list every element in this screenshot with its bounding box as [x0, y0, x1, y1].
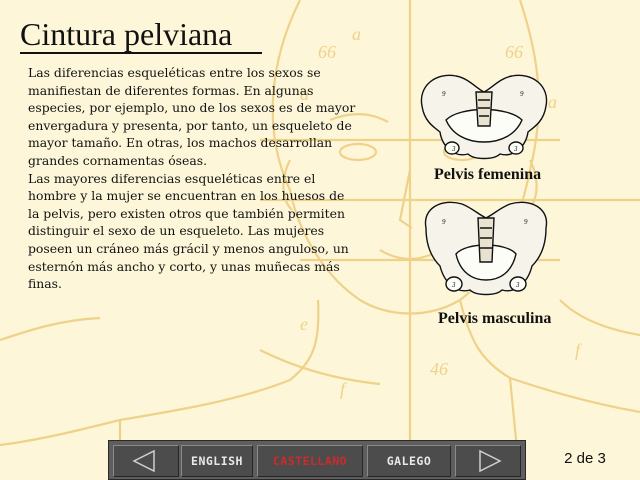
svg-text:3: 3 [515, 281, 520, 289]
svg-text:9: 9 [520, 90, 524, 98]
page-counter: 2 de 3 [564, 450, 606, 467]
svg-text:66: 66 [505, 42, 523, 62]
triangle-right-icon [479, 449, 502, 473]
navigation-bar: ENGLISH CASTELLANO GALEGO [108, 440, 526, 480]
male-pelvis-caption: Pelvis masculina [438, 310, 552, 327]
language-english-button[interactable]: ENGLISH [181, 445, 253, 477]
body-text: Las diferencias esqueléticas entre los s… [28, 64, 358, 293]
female-pelvis-caption: Pelvis femenina [434, 166, 542, 183]
title-underline [20, 52, 262, 54]
svg-text:e: e [300, 314, 308, 334]
male-pelvis-illustration: 9 9 3 3 [424, 201, 548, 296]
svg-text:66: 66 [318, 42, 336, 62]
svg-text:9: 9 [442, 90, 446, 98]
svg-text:f: f [340, 379, 348, 399]
paragraph-2: Las mayores diferencias esqueléticas ent… [28, 170, 349, 292]
language-castellano-button[interactable]: CASTELLANO [257, 445, 363, 477]
svg-text:9: 9 [524, 218, 528, 226]
svg-text:3: 3 [513, 145, 518, 153]
paragraph-1: Las diferencias esqueléticas entre los s… [28, 65, 356, 168]
svg-text:f: f [575, 340, 583, 360]
previous-page-button[interactable] [113, 445, 179, 477]
svg-text:9: 9 [442, 218, 446, 226]
svg-text:46: 46 [430, 359, 448, 379]
language-galego-button[interactable]: GALEGO [367, 445, 451, 477]
page-title: Cintura pelviana [20, 16, 233, 52]
svg-text:3: 3 [451, 281, 456, 289]
female-pelvis-illustration: 9 9 3 3 [420, 74, 548, 160]
svg-text:a: a [352, 24, 361, 44]
triangle-left-icon [132, 449, 155, 473]
svg-text:3: 3 [451, 145, 456, 153]
next-page-button[interactable] [455, 445, 521, 477]
